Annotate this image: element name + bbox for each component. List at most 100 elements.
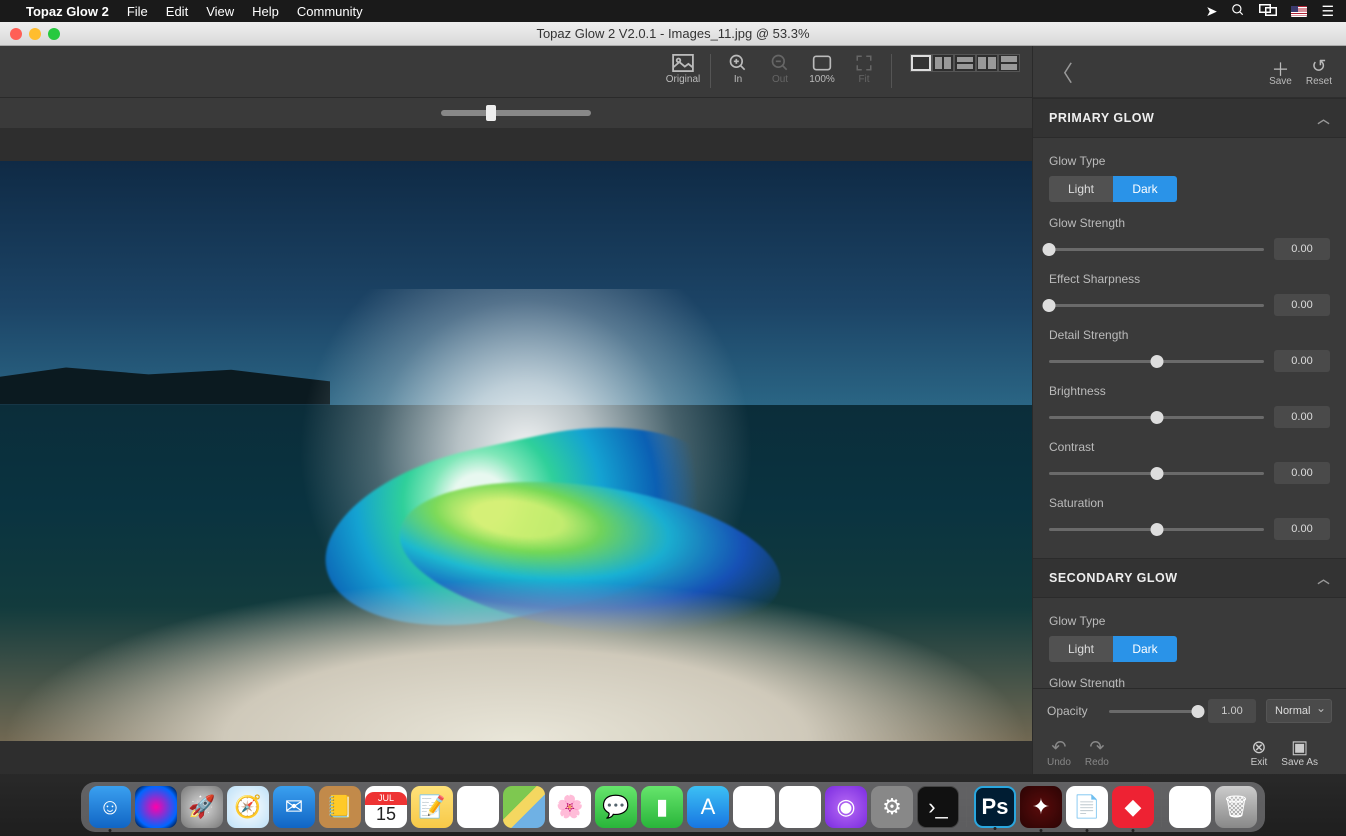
primary-slider-thumb[interactable] [1043, 299, 1056, 312]
window-close-button[interactable] [10, 28, 22, 40]
dock-photos-icon[interactable]: 🌸 [549, 786, 591, 828]
compare-side-button[interactable] [976, 54, 998, 72]
zoom-fit-button[interactable]: Fit [843, 52, 885, 85]
primary-slider-thumb[interactable] [1150, 411, 1163, 424]
opacity-slider-thumb[interactable] [1192, 705, 1205, 718]
undo-button[interactable]: ↶Undo [1047, 737, 1071, 768]
dock-app-icon[interactable]: ✦ [1020, 786, 1062, 828]
spotlight-cursor-icon[interactable]: ➤ [1206, 3, 1218, 20]
secondary-glow-header[interactable]: SECONDARY GLOW ︿ [1033, 558, 1346, 598]
dock-trash-icon[interactable]: 🗑 [1215, 786, 1257, 828]
dock-preferences-icon[interactable]: ⚙ [871, 786, 913, 828]
dock-news-icon[interactable]: N [733, 786, 775, 828]
dock: ☺ 🚀 🧭 ✉ 📒 JUL15 📝 ☑ 🌸 💬 ▮ A N ♪ ◉ ⚙ ›_ P… [81, 782, 1265, 832]
zoom-slider[interactable] [441, 110, 591, 116]
primary-slider-track[interactable] [1049, 472, 1264, 475]
window-maximize-button[interactable] [48, 28, 60, 40]
image-canvas[interactable] [0, 128, 1032, 774]
secondary-slider-row: Glow Strength0.00 [1049, 676, 1330, 688]
primary-slider-thumb[interactable] [1043, 243, 1056, 256]
menubar-view[interactable]: View [206, 4, 234, 19]
dock-mail-icon[interactable]: ✉ [273, 786, 315, 828]
dock-downloads-icon[interactable]: ⬇ [1169, 786, 1211, 828]
compare-split-h-button[interactable] [954, 54, 976, 72]
menubar-edit[interactable]: Edit [166, 4, 188, 19]
dock-photoshop-icon[interactable]: Ps [974, 786, 1016, 828]
reset-button[interactable]: ↺ Reset [1306, 56, 1332, 87]
primary-slider-value[interactable]: 0.00 [1274, 462, 1330, 484]
screen-share-icon[interactable] [1259, 3, 1277, 19]
secondary-dark-button[interactable]: Dark [1113, 636, 1177, 662]
dock-siri-icon[interactable] [135, 786, 177, 828]
zoom-100-button[interactable]: 100% [801, 52, 843, 85]
primary-slider-value[interactable]: 0.00 [1274, 294, 1330, 316]
dock-textedit-icon[interactable]: 📄 [1066, 786, 1108, 828]
zoom-in-button[interactable]: In [717, 52, 759, 85]
primary-dark-button[interactable]: Dark [1113, 176, 1177, 202]
dock-safari-icon[interactable]: 🧭 [227, 786, 269, 828]
menubar-help[interactable]: Help [252, 4, 279, 19]
secondary-light-button[interactable]: Light [1049, 636, 1113, 662]
dock-launchpad-icon[interactable]: 🚀 [181, 786, 223, 828]
back-button[interactable]: 〈 [1047, 52, 1077, 92]
menubar-community[interactable]: Community [297, 4, 363, 19]
primary-light-button[interactable]: Light [1049, 176, 1113, 202]
window-minimize-button[interactable] [29, 28, 41, 40]
redo-button[interactable]: ↷Redo [1085, 737, 1109, 768]
original-toggle-button[interactable]: Original [662, 52, 704, 85]
primary-slider-track[interactable] [1049, 360, 1264, 363]
dock-area: ☺ 🚀 🧭 ✉ 📒 JUL15 📝 ☑ 🌸 💬 ▮ A N ♪ ◉ ⚙ ›_ P… [0, 774, 1346, 836]
compare-stack-button[interactable] [998, 54, 1020, 72]
primary-slider-thumb[interactable] [1150, 355, 1163, 368]
dock-facetime-icon[interactable]: ▮ [641, 786, 683, 828]
dock-itunes-icon[interactable]: ♪ [779, 786, 821, 828]
workspace-toolbar: Original In Out [0, 46, 1032, 98]
primary-slider-track[interactable] [1049, 304, 1264, 307]
compare-split-v-button[interactable] [932, 54, 954, 72]
opacity-value[interactable]: 1.00 [1208, 699, 1256, 723]
zoom-out-button[interactable]: Out [759, 52, 801, 85]
chevron-up-icon: ︿ [1317, 570, 1330, 587]
primary-slider-value[interactable]: 0.00 [1274, 238, 1330, 260]
panel-scroll[interactable]: PRIMARY GLOW ︿ Glow Type Light Dark Glow… [1033, 98, 1346, 688]
primary-slider-value[interactable]: 0.00 [1274, 350, 1330, 372]
primary-slider-value[interactable]: 0.00 [1274, 518, 1330, 540]
dock-notes-icon[interactable]: 📝 [411, 786, 453, 828]
dock-reminders-icon[interactable]: ☑ [457, 786, 499, 828]
input-source-flag-icon[interactable] [1291, 6, 1307, 17]
original-label: Original [666, 74, 700, 85]
primary-slider-label: Glow Strength [1049, 216, 1330, 230]
compare-single-button[interactable] [910, 54, 932, 72]
dock-appstore-icon[interactable]: A [687, 786, 729, 828]
dock-podcasts-icon[interactable]: ◉ [825, 786, 867, 828]
primary-glow-body: Glow Type Light Dark Glow Strength0.00Ef… [1033, 138, 1346, 558]
menu-list-icon[interactable]: ☰ [1321, 3, 1334, 20]
menubar-file[interactable]: File [127, 4, 148, 19]
dock-contacts-icon[interactable]: 📒 [319, 786, 361, 828]
save-as-button[interactable]: ▣Save As [1281, 737, 1318, 768]
dock-messages-icon[interactable]: 💬 [595, 786, 637, 828]
primary-slider-thumb[interactable] [1150, 523, 1163, 536]
primary-slider-value[interactable]: 0.00 [1274, 406, 1330, 428]
primary-slider-label: Brightness [1049, 384, 1330, 398]
dock-ruby-icon[interactable]: ◆ [1112, 786, 1154, 828]
opacity-slider[interactable] [1109, 710, 1198, 713]
exit-button[interactable]: ⊗Exit [1251, 737, 1268, 768]
save-button[interactable]: ＋ Save [1269, 56, 1292, 87]
search-icon[interactable] [1231, 3, 1245, 20]
dock-terminal-icon[interactable]: ›_ [917, 786, 959, 828]
primary-slider-thumb[interactable] [1150, 467, 1163, 480]
dock-maps-icon[interactable] [503, 786, 545, 828]
blend-mode-select[interactable]: Normal [1266, 699, 1332, 723]
primary-glow-title: PRIMARY GLOW [1049, 111, 1154, 125]
dock-finder-icon[interactable]: ☺ [89, 786, 131, 828]
menubar-app-name[interactable]: Topaz Glow 2 [26, 4, 109, 19]
primary-glow-header[interactable]: PRIMARY GLOW ︿ [1033, 98, 1346, 138]
mac-menubar: Topaz Glow 2 File Edit View Help Communi… [0, 0, 1346, 22]
dock-calendar-icon[interactable]: JUL15 [365, 786, 407, 828]
primary-slider-track[interactable] [1049, 248, 1264, 251]
primary-slider-track[interactable] [1049, 528, 1264, 531]
panel-top-bar: 〈 ＋ Save ↺ Reset [1033, 46, 1346, 98]
primary-slider-track[interactable] [1049, 416, 1264, 419]
zoom-slider-thumb[interactable] [486, 105, 496, 121]
